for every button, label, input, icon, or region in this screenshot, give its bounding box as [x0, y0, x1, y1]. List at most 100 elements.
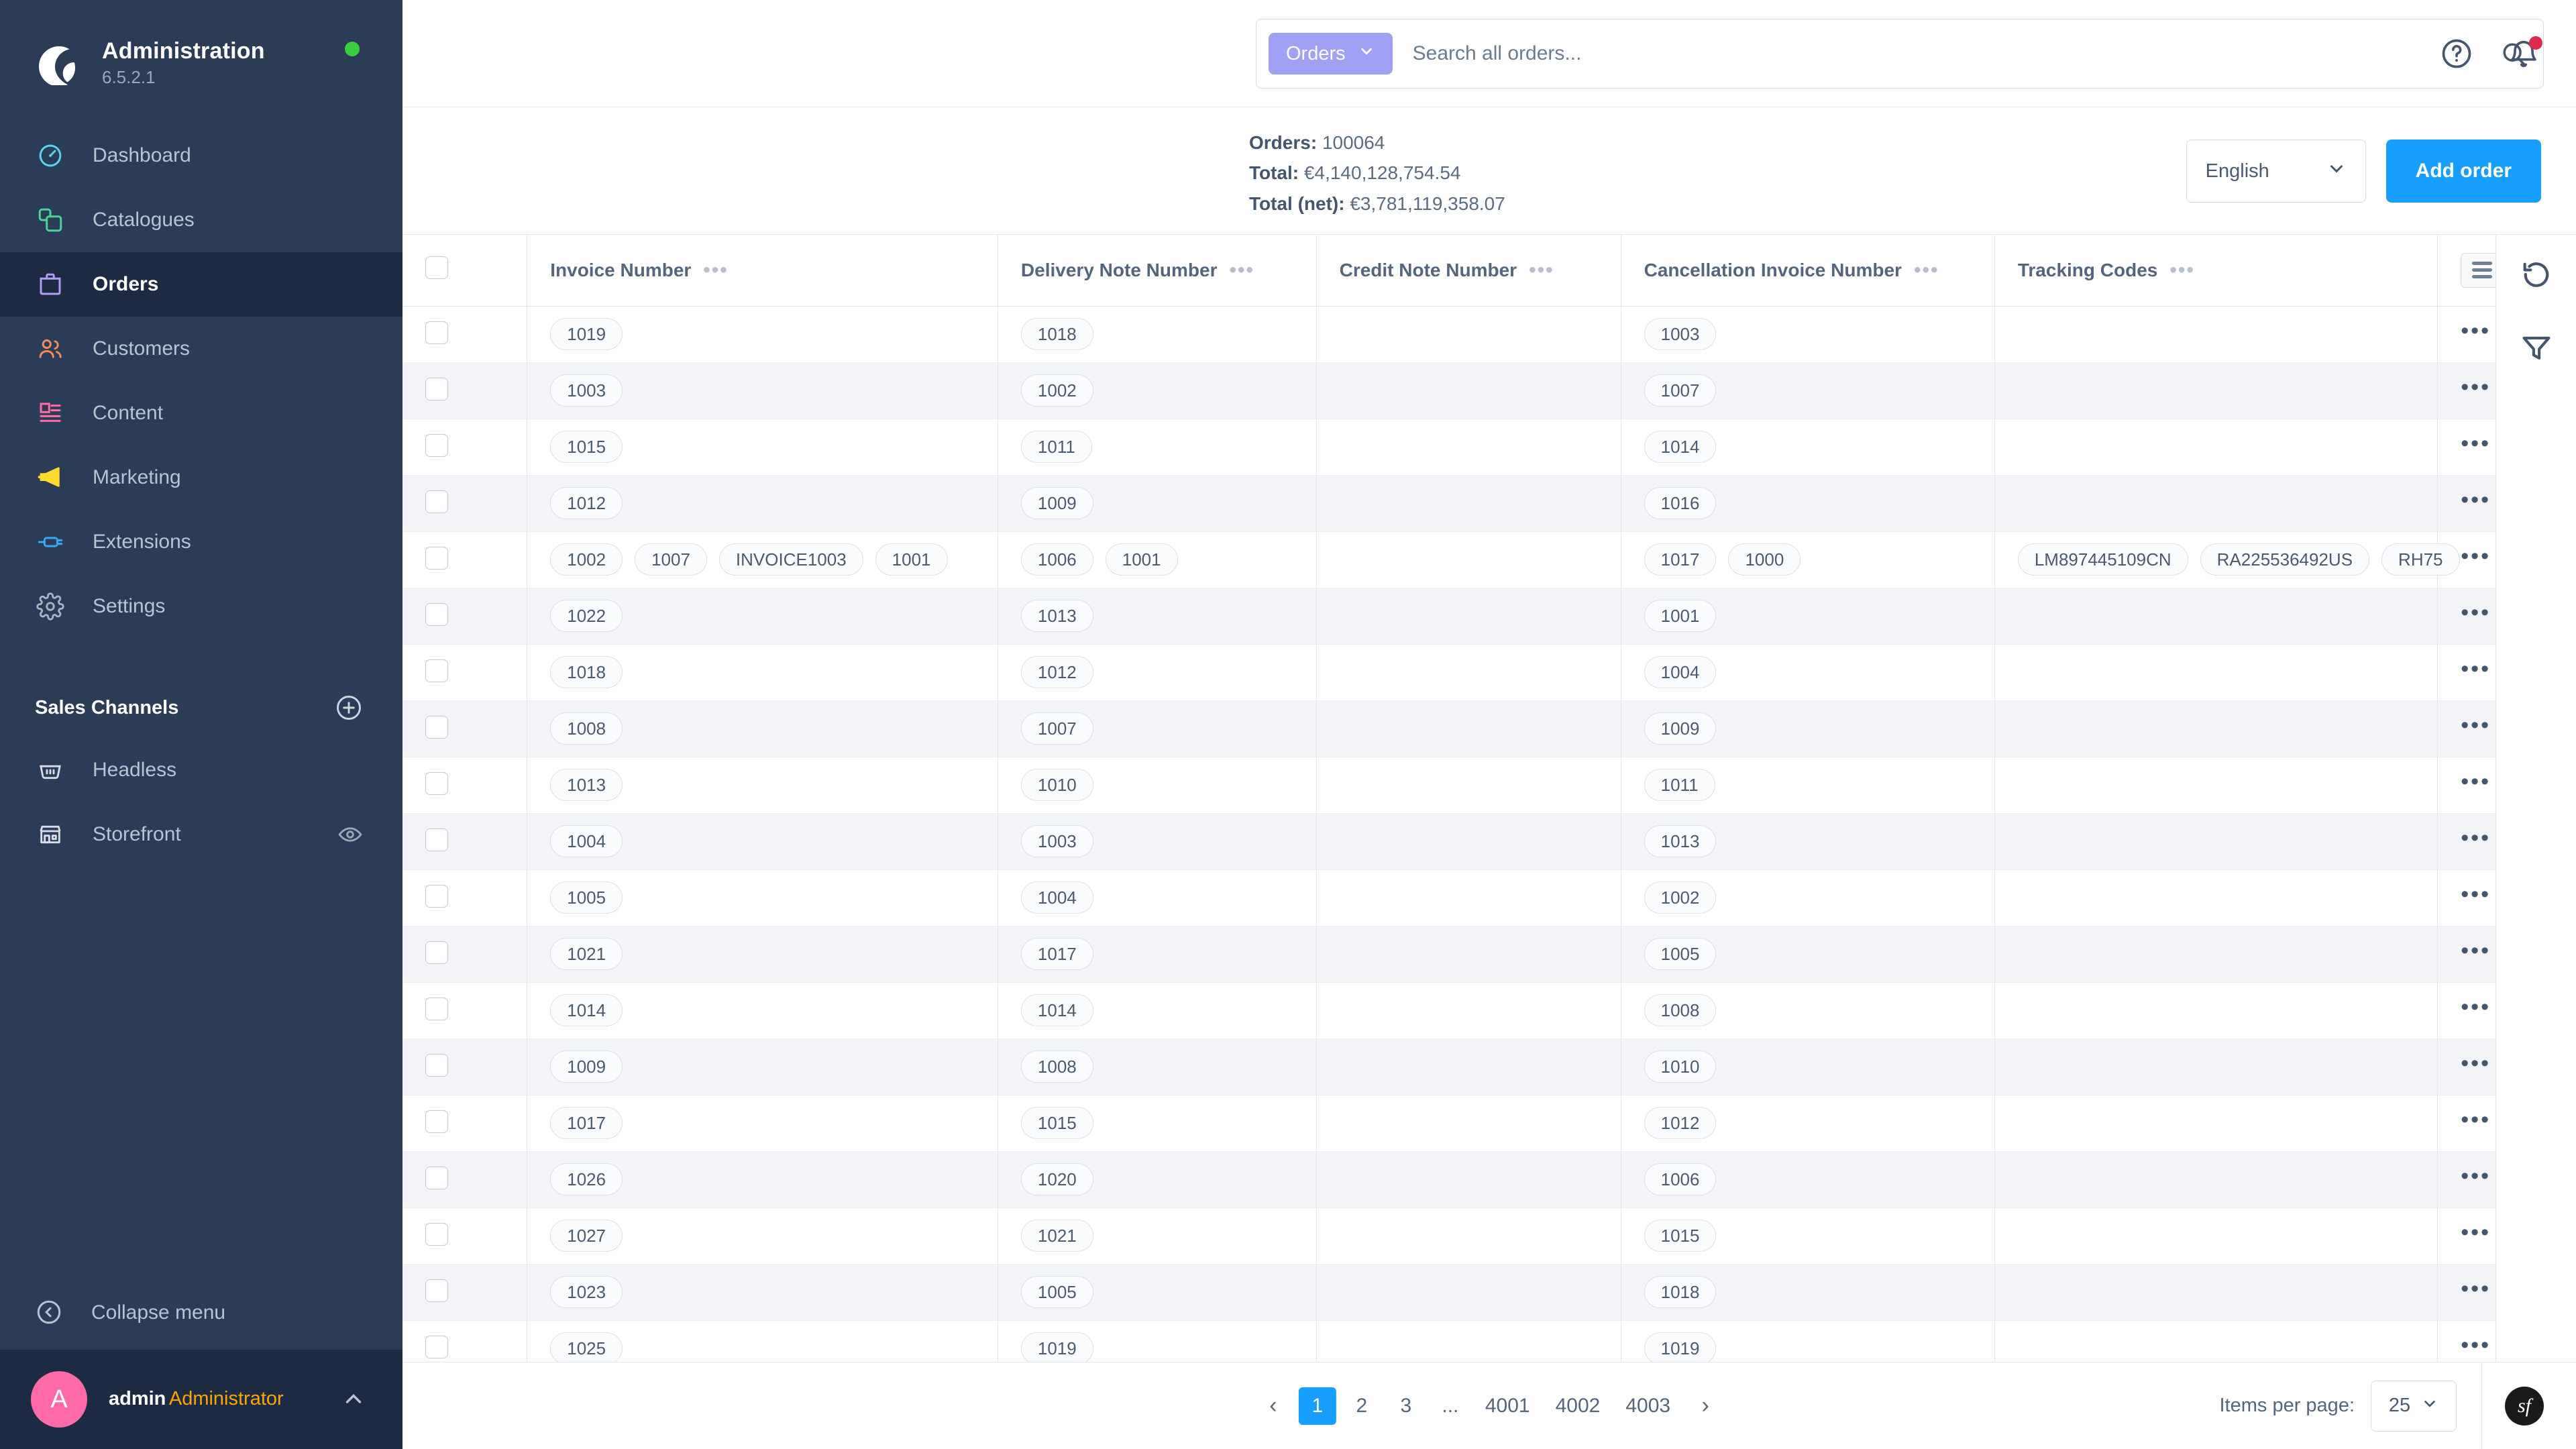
row-context-menu-icon[interactable]: •••: [2461, 938, 2491, 963]
row-checkbox[interactable]: [425, 490, 448, 513]
search-scope-selector[interactable]: Orders: [1269, 33, 1393, 74]
row-checkbox[interactable]: [425, 377, 448, 400]
pagination-page-1[interactable]: 1: [1298, 1387, 1336, 1425]
row-context-menu-icon[interactable]: •••: [2461, 600, 2491, 625]
pagination-page-4002[interactable]: 4002: [1546, 1387, 1610, 1425]
pagination-page-3[interactable]: 3: [1387, 1387, 1425, 1425]
data-grid-scroll[interactable]: Invoice Number ••• Delivery Note Number …: [402, 235, 2496, 1362]
row-context-menu-icon[interactable]: •••: [2461, 1051, 2491, 1076]
row-context-menu-icon[interactable]: •••: [2461, 1163, 2491, 1189]
row-checkbox[interactable]: [425, 602, 448, 626]
table-row[interactable]: 1017 1015 1012 •••: [402, 1095, 2496, 1152]
eye-icon[interactable]: [337, 821, 364, 848]
sidebar-item-catalogues[interactable]: Catalogues: [0, 188, 402, 252]
table-row[interactable]: 1004 1003 1013 •••: [402, 813, 2496, 870]
add-order-button[interactable]: Add order: [2385, 140, 2541, 203]
row-checkbox[interactable]: [425, 433, 448, 457]
row-checkbox[interactable]: [425, 997, 448, 1020]
row-context-menu-icon[interactable]: •••: [2461, 1276, 2491, 1301]
row-checkbox[interactable]: [425, 715, 448, 739]
refresh-icon[interactable]: [2519, 258, 2554, 292]
grid-settings-icon[interactable]: [2461, 252, 2496, 288]
row-checkbox[interactable]: [425, 1335, 448, 1358]
table-row[interactable]: 1005 1004 1002 •••: [402, 869, 2496, 926]
row-context-menu-icon[interactable]: •••: [2461, 656, 2491, 682]
plus-circle-icon[interactable]: [334, 693, 364, 722]
sidebar-item-dashboard[interactable]: Dashboard: [0, 123, 402, 188]
table-row[interactable]: 1012 1009 1016 •••: [402, 475, 2496, 532]
row-context-menu-icon[interactable]: •••: [2461, 1220, 2491, 1245]
row-context-menu-icon[interactable]: •••: [2461, 881, 2491, 907]
sidebar-item-settings[interactable]: Settings: [0, 574, 402, 639]
column-menu-icon[interactable]: •••: [1914, 260, 1939, 280]
row-checkbox[interactable]: [425, 1053, 448, 1077]
column-header-delivery[interactable]: Delivery Note Number •••: [998, 235, 1317, 307]
sidebar-item-customers[interactable]: Customers: [0, 317, 402, 381]
collapse-menu-button[interactable]: Collapse menu: [0, 1276, 402, 1350]
row-checkbox[interactable]: [425, 941, 448, 964]
table-row[interactable]: 1009 1008 1010 •••: [402, 1038, 2496, 1095]
row-context-menu-icon[interactable]: •••: [2461, 318, 2491, 343]
row-context-menu-icon[interactable]: •••: [2461, 1107, 2491, 1132]
table-row[interactable]: 1026 1020 1006 •••: [402, 1151, 2496, 1208]
table-row[interactable]: 1008 1007 1009 •••: [402, 700, 2496, 757]
sidebar-channel-headless[interactable]: Headless: [0, 738, 402, 802]
column-header-invoice[interactable]: Invoice Number •••: [527, 235, 998, 307]
column-header-credit[interactable]: Credit Note Number •••: [1316, 235, 1621, 307]
global-search[interactable]: Orders: [1256, 19, 2544, 89]
row-context-menu-icon[interactable]: •••: [2461, 769, 2491, 794]
row-checkbox[interactable]: [425, 1166, 448, 1189]
row-checkbox[interactable]: [425, 321, 448, 344]
row-checkbox[interactable]: [425, 828, 448, 851]
row-checkbox[interactable]: [425, 771, 448, 795]
user-menu[interactable]: A admin Administrator: [0, 1350, 402, 1449]
bell-icon[interactable]: [2506, 36, 2542, 71]
row-context-menu-icon[interactable]: •••: [2461, 825, 2491, 851]
table-row[interactable]: 1003 1002 1007 •••: [402, 362, 2496, 419]
row-checkbox[interactable]: [425, 1222, 448, 1246]
row-checkbox[interactable]: [425, 546, 448, 570]
row-context-menu-icon[interactable]: •••: [2461, 374, 2491, 400]
row-checkbox[interactable]: [425, 1110, 448, 1133]
select-all-checkbox[interactable]: [425, 256, 448, 280]
table-row[interactable]: 1022 1013 1001 •••: [402, 588, 2496, 645]
table-row[interactable]: 1025 1019 1019 •••: [402, 1320, 2496, 1362]
pagination-next[interactable]: ›: [1686, 1387, 1724, 1425]
table-row[interactable]: 1023 1005 1018 •••: [402, 1264, 2496, 1321]
row-checkbox[interactable]: [425, 659, 448, 682]
row-context-menu-icon[interactable]: •••: [2461, 487, 2491, 513]
language-select[interactable]: English: [2186, 140, 2366, 203]
table-row[interactable]: 1027 1021 1015 •••: [402, 1208, 2496, 1265]
items-per-page-select[interactable]: 25: [2371, 1380, 2457, 1432]
pagination-page-2[interactable]: 2: [1343, 1387, 1381, 1425]
column-menu-icon[interactable]: •••: [2169, 260, 2195, 280]
pagination-prev[interactable]: ‹: [1254, 1387, 1292, 1425]
pagination-page-4003[interactable]: 4003: [1616, 1387, 1680, 1425]
column-header-cancellation[interactable]: Cancellation Invoice Number •••: [1621, 235, 1995, 307]
column-menu-icon[interactable]: •••: [703, 260, 729, 280]
row-context-menu-icon[interactable]: •••: [2461, 543, 2491, 569]
pagination-page-4001[interactable]: 4001: [1476, 1387, 1540, 1425]
row-context-menu-icon[interactable]: •••: [2461, 712, 2491, 738]
table-row[interactable]: 1014 1014 1008 •••: [402, 982, 2496, 1039]
brand[interactable]: Administration 6.5.2.1: [0, 0, 402, 101]
table-row[interactable]: 1002 1007 INVOICE1003 1001 1006 1001 1017 1000 L…: [402, 531, 2496, 588]
row-checkbox[interactable]: [425, 884, 448, 908]
sidebar-channel-storefront[interactable]: Storefront: [0, 802, 402, 867]
table-row[interactable]: 1019 1018 1003 •••: [402, 306, 2496, 363]
question-circle-icon[interactable]: [2439, 36, 2474, 71]
filter-icon[interactable]: [2519, 330, 2554, 365]
sidebar-item-extensions[interactable]: Extensions: [0, 510, 402, 574]
row-context-menu-icon[interactable]: •••: [2461, 431, 2491, 456]
column-menu-icon[interactable]: •••: [1529, 260, 1554, 280]
search-input[interactable]: [1412, 42, 2499, 65]
sidebar-item-marketing[interactable]: Marketing: [0, 445, 402, 510]
table-row[interactable]: 1015 1011 1014 •••: [402, 419, 2496, 476]
symfony-logo-icon[interactable]: sf: [2505, 1386, 2544, 1426]
row-checkbox[interactable]: [425, 1279, 448, 1302]
table-row[interactable]: 1013 1010 1011 •••: [402, 757, 2496, 814]
table-row[interactable]: 1018 1012 1004 •••: [402, 644, 2496, 701]
table-row[interactable]: 1021 1017 1005 •••: [402, 926, 2496, 983]
chevron-up-icon[interactable]: [341, 1387, 366, 1412]
row-context-menu-icon[interactable]: •••: [2461, 1332, 2491, 1358]
